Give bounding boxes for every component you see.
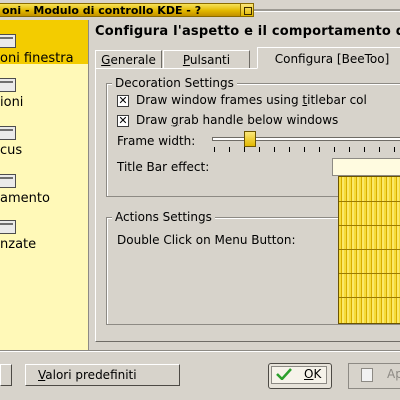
titlebar-colour-checkbox[interactable]: ✕ bbox=[117, 95, 129, 107]
dropdown-option[interactable] bbox=[339, 249, 400, 250]
help-button[interactable] bbox=[0, 364, 12, 386]
slider-tick bbox=[394, 147, 395, 152]
title-bar-effect-dropdown[interactable] bbox=[338, 176, 400, 324]
maximize-icon[interactable] bbox=[240, 3, 254, 17]
slider-tick bbox=[334, 147, 335, 152]
sidebar-item-label: nzate bbox=[0, 237, 37, 252]
frame-width-slider-track[interactable] bbox=[212, 137, 400, 141]
tab-label: ulsanti bbox=[189, 53, 231, 67]
tab-configura-beetoo[interactable]: Configura [BeeToo] bbox=[257, 47, 400, 69]
sidebar-item-label: ioni bbox=[0, 95, 24, 110]
title-bar-effect-label: Title Bar effect: bbox=[117, 160, 210, 174]
sidebar: oni finestra ioni cus amento nzate bbox=[0, 20, 89, 350]
slider-tick bbox=[379, 147, 380, 152]
title-bar-effect-combo[interactable] bbox=[332, 158, 400, 176]
frame-width-label: Frame width: bbox=[117, 134, 196, 148]
double-click-label: Double Click on Menu Button: bbox=[117, 233, 296, 247]
window-icon bbox=[0, 220, 16, 234]
dropdown-option[interactable] bbox=[339, 201, 400, 202]
grab-handle-checkbox[interactable]: ✕ bbox=[117, 115, 129, 127]
dropdown-option[interactable] bbox=[339, 273, 400, 274]
tab-label: Configura [BeeToo] bbox=[274, 52, 390, 66]
slider-tick bbox=[364, 147, 365, 152]
defaults-button[interactable]: Valori predefiniti bbox=[25, 364, 180, 386]
sidebar-item-actions[interactable]: ioni bbox=[0, 64, 88, 110]
window-icon bbox=[0, 126, 16, 140]
grab-handle-label[interactable]: Draw grab handle below windows bbox=[136, 113, 338, 127]
tab-pulsanti[interactable]: Pulsanti bbox=[163, 50, 250, 68]
slider-tick bbox=[304, 147, 305, 152]
slider-tick bbox=[349, 147, 350, 152]
bottom-divider-highlight bbox=[0, 351, 400, 352]
actions-settings-title: Actions Settings bbox=[112, 210, 215, 224]
slider-tick bbox=[274, 147, 275, 152]
decoration-settings-title: Decoration Settings bbox=[112, 76, 237, 90]
window-icon bbox=[0, 34, 16, 48]
sidebar-item-advanced[interactable]: nzate bbox=[0, 206, 88, 252]
slider-tick bbox=[229, 147, 230, 152]
sidebar-item-label: cus bbox=[0, 143, 23, 158]
sidebar-item-moving[interactable]: amento bbox=[0, 160, 88, 206]
ok-label: OK bbox=[304, 367, 322, 381]
sidebar-item-focus[interactable]: cus bbox=[0, 112, 88, 158]
window-icon bbox=[0, 174, 16, 188]
slider-tick bbox=[259, 147, 260, 152]
slider-tick bbox=[244, 147, 245, 152]
slider-tick bbox=[289, 147, 290, 152]
slider-tick bbox=[319, 147, 320, 152]
slider-tick bbox=[214, 147, 215, 152]
tab-generale[interactable]: Generale bbox=[95, 50, 162, 68]
frame-width-slider-handle[interactable] bbox=[244, 131, 256, 147]
tab-mnemonic: P bbox=[182, 53, 190, 67]
sidebar-item-label: amento bbox=[0, 191, 50, 206]
dropdown-option[interactable] bbox=[339, 225, 400, 226]
tab-label: enerale bbox=[110, 53, 156, 67]
window-title: oni - Modulo di controllo KDE - ? bbox=[0, 3, 243, 17]
page-title: Configura l'aspetto e il comportamento d bbox=[95, 24, 400, 39]
apply-label: Ap bbox=[387, 367, 400, 381]
dropdown-option[interactable] bbox=[339, 297, 400, 298]
window-icon bbox=[0, 78, 16, 92]
apply-icon bbox=[361, 368, 373, 382]
sidebar-item-window-decoration[interactable]: oni finestra bbox=[0, 20, 88, 66]
check-icon bbox=[276, 368, 292, 380]
titlebar-divider bbox=[254, 9, 400, 12]
titlebar-colour-label[interactable]: Draw window frames using titlebar col bbox=[136, 93, 367, 107]
